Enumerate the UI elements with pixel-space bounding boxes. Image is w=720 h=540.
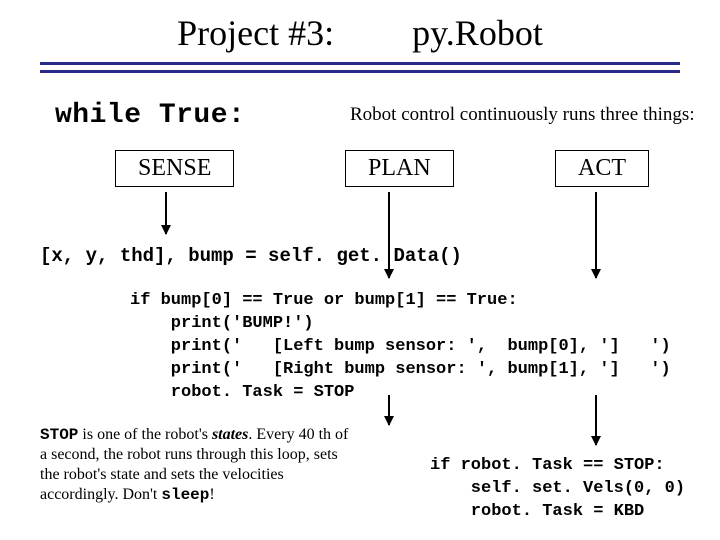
box-act: ACT	[555, 150, 649, 187]
slide-title: Project #3: py.Robot	[0, 12, 720, 54]
slide: Project #3: py.Robot while True: Robot c…	[0, 0, 720, 540]
plan-code-block: if bump[0] == True or bump[1] == True: p…	[130, 290, 671, 405]
stop-word: STOP	[40, 426, 78, 444]
arrow-act-top	[595, 192, 597, 278]
while-true-label: while True:	[55, 100, 245, 131]
states-word: states	[212, 426, 248, 443]
title-underline-bottom	[40, 70, 680, 73]
sleep-word: sleep	[161, 486, 209, 504]
title-underline-top	[40, 62, 680, 65]
act-code-block: if robot. Task == STOP: self. set. Vels(…	[430, 455, 685, 524]
sense-code-line: [x, y, thd], bump = self. get. Data()	[40, 245, 462, 267]
stop-note: STOP is one of the robot's states. Every…	[40, 425, 350, 505]
arrow-sense	[165, 192, 167, 234]
stop-note-excl: !	[209, 486, 214, 503]
title-left: Project #3:	[177, 12, 334, 54]
subtitle-note: Robot control continuously runs three th…	[350, 104, 695, 126]
title-right: py.Robot	[412, 12, 543, 54]
box-plan: PLAN	[345, 150, 454, 187]
stop-note-part1: is one of the robot's	[78, 426, 212, 443]
box-sense: SENSE	[115, 150, 234, 187]
